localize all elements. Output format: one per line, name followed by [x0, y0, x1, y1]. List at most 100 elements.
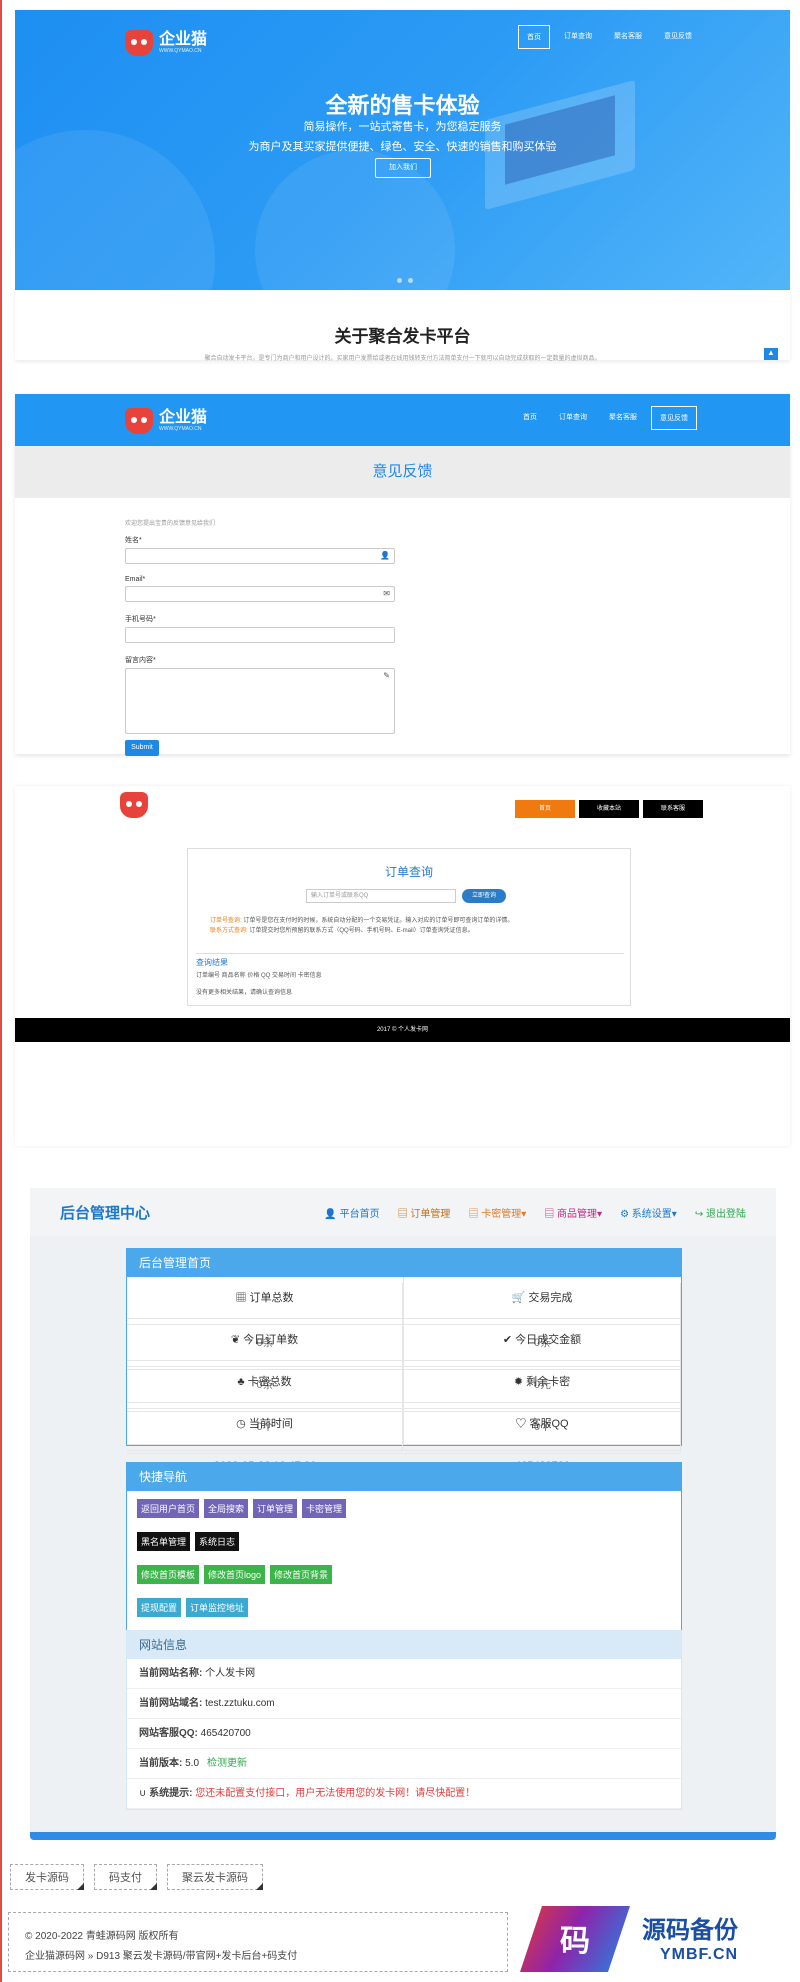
nav-bookmark[interactable]: 收藏本站 — [579, 800, 639, 818]
nav-order-query[interactable]: 订单查询 — [556, 25, 600, 49]
home-panel-title: 后台管理首页 — [127, 1249, 681, 1277]
quick-nav-button[interactable]: 订单监控地址 — [186, 1598, 249, 1617]
stat-label: ◷ 当前时间 — [127, 1409, 403, 1451]
system-tip-message: 您还未配置支付接口，用户无法使用您的发卡网！请尽快配置！ — [195, 1788, 476, 1799]
message-label: 留言内容* — [125, 657, 156, 664]
hero-banner: 企业猫 WWW.QYMAO.CN 首页 订单查询 聚名客服 意见反馈 全新的售卡… — [15, 10, 790, 290]
query-result: 查询结果 订单编号 商品名称 价格 QQ 交易时间 卡密信息 没有更多相关结果，… — [196, 953, 624, 996]
stat-cell: ❦ 今日订单数 0条 — [127, 1319, 404, 1412]
site-info-title: 网站信息 — [127, 1631, 681, 1659]
tip-text: 订单号是您在支付时的时候，系统自动分配的一个交易凭证。输入对应的订单号即可查询订… — [243, 918, 514, 924]
quick-nav-row: 提现配置 订单监控地址 — [137, 1598, 671, 1617]
quick-nav-button[interactable]: 返回用户首页 — [137, 1499, 200, 1518]
user-icon: 👤 — [380, 551, 390, 560]
admin-menu-item[interactable]: ▤ 商品管理▾ — [544, 1205, 602, 1220]
email-field[interactable]: ✉ — [125, 586, 395, 602]
stat-cell: ♣ 卡密总数 0个 — [127, 1361, 404, 1454]
brand-sub: WWW.QYMAO.CN — [159, 426, 202, 432]
admin-menu-item[interactable]: ▤ 卡密管理▾ — [468, 1205, 526, 1220]
version-value: 5.0 — [185, 1758, 200, 1769]
cat-logo-icon — [125, 30, 153, 56]
brand-name: 企业猫 — [159, 409, 208, 426]
site-logo[interactable]: 企业猫 WWW.QYMAO.CN — [125, 30, 207, 56]
admin-menu-item[interactable]: ↪ 退出登陆 — [695, 1205, 746, 1220]
nav-service[interactable]: 聚名客服 — [601, 406, 645, 430]
cat-logo-icon[interactable] — [120, 792, 148, 818]
nav-home[interactable]: 首页 — [518, 25, 550, 49]
quick-nav-button[interactable]: 修改首页模板 — [137, 1565, 200, 1584]
check-update-link[interactable]: 检测更新 — [207, 1758, 247, 1769]
site-name-value: 个人发卡网 — [205, 1668, 256, 1679]
order-query-box: 订单查询 输入订单号或联系QQ 立即查询 订单号查询: 订单号是您在支付时的时候… — [187, 848, 631, 1006]
message-field[interactable]: ✎ — [125, 668, 395, 734]
admin-menu-item[interactable]: ⚙ 系统设置▾ — [620, 1205, 677, 1220]
quick-nav-title: 快捷导航 — [127, 1463, 681, 1491]
cat-logo-icon — [125, 408, 153, 434]
hero-title: 全新的售卡体验 — [325, 93, 480, 118]
site-qq-value: 465420700 — [200, 1728, 251, 1739]
watermark-title: 源码备份 — [642, 1917, 738, 1944]
admin-menu-item[interactable]: 👤 平台首页 — [324, 1205, 379, 1220]
site-domain-row: 当前网站域名: test.zztuku.com — [127, 1689, 681, 1719]
stat-cell: ▦ 订单总数 0条 — [127, 1277, 404, 1370]
order-tip-2: 联系方式查询: 订单提交时您所预留的联系方式（QQ号码、手机号码、E-mail）… — [210, 925, 474, 934]
tip-text: 订单提交时您所预留的联系方式（QQ号码、手机号码、E-mail）订单查询凭证信息… — [249, 928, 474, 934]
nav-feedback[interactable]: 意见反馈 — [656, 25, 700, 49]
feedback-page: 企业猫 WWW.QYMAO.CN 首页 订单查询 聚名客服 意见反馈 意见反馈 … — [15, 394, 790, 756]
nav-home[interactable]: 首页 — [515, 406, 545, 430]
site-info-panel: 网站信息 当前网站名称: 个人发卡网 当前网站域名: test.zztuku.c… — [126, 1630, 682, 1810]
envelope-icon: ✉ — [383, 589, 390, 598]
phone-label: 手机号码* — [125, 616, 156, 623]
quick-nav-panel: 快捷导航 返回用户首页 全局搜索 订单管理 卡密管理 黑名单管理 系统日志 修改首页模板 修改… — [126, 1462, 682, 1640]
quick-nav-button[interactable]: 订单管理 — [253, 1499, 298, 1518]
site-footer: © 2020-2022 青蛙源码网 版权所有 企业猫源码网 » D913 聚云发… — [8, 1912, 508, 1972]
order-search-button[interactable]: 立即查询 — [462, 889, 506, 903]
copyright: © 2020-2022 青蛙源码网 版权所有 — [25, 1931, 179, 1942]
result-title: 查询结果 — [196, 958, 228, 967]
version-row: 当前版本: 5.0 检测更新 — [127, 1749, 681, 1779]
admin-menu: 👤 平台首页 ▤ 订单管理 ▤ 卡密管理▾ ▤ 商品管理▾ ⚙ 系统设置▾ ↪ 退出登陆 — [324, 1205, 746, 1220]
quick-nav-row: 黑名单管理 系统日志 — [137, 1532, 671, 1551]
result-columns: 订单编号 商品名称 价格 QQ 交易时间 卡密信息 — [196, 973, 322, 979]
order-nav: 首页 收藏本站 联系客服 — [515, 800, 703, 818]
tip-label: 联系方式查询: — [210, 928, 248, 934]
tag-item[interactable]: 聚云发卡源码 — [167, 1864, 263, 1890]
quick-nav-button[interactable]: 系统日志 — [195, 1532, 240, 1551]
quick-nav-button[interactable]: 黑名单管理 — [137, 1532, 191, 1551]
name-field[interactable]: 👤 — [125, 548, 395, 564]
nav-service[interactable]: 聚名客服 — [606, 25, 650, 49]
nav-order-query[interactable]: 订单查询 — [551, 406, 595, 430]
submit-button[interactable]: Submit — [125, 740, 159, 756]
nav-home[interactable]: 首页 — [515, 800, 575, 818]
site-domain-value: test.zztuku.com — [205, 1698, 275, 1709]
quick-nav-button[interactable]: 卡密管理 — [302, 1499, 347, 1518]
back-to-top-button[interactable]: ▲ — [764, 348, 778, 360]
tag-item[interactable]: 发卡源码 — [10, 1864, 84, 1890]
stat-cell: ♡ 客服QQ465420700 — [404, 1403, 681, 1496]
tag-item[interactable]: 码支付 — [94, 1864, 157, 1890]
stats-grid: ▦ 订单总数 0条 🛒 交易完成 0条 ❦ 今日订单数 0条 ✔ 今日成交金额 0元 ♣ 卡密总… — [127, 1277, 681, 1496]
carousel-dot[interactable] — [408, 278, 413, 283]
site-logo[interactable]: 企业猫 WWW.QYMAO.CN — [125, 408, 207, 434]
quick-nav-button[interactable]: 提现配置 — [137, 1598, 182, 1617]
quick-nav-button[interactable]: 修改首页背景 — [270, 1565, 333, 1584]
admin-menu-item[interactable]: ▤ 订单管理 — [398, 1205, 451, 1220]
tag-list: 发卡源码 码支付 聚云发卡源码 — [10, 1864, 263, 1890]
quick-nav-button[interactable]: 修改首页logo — [204, 1565, 266, 1584]
hero-subtitle-1: 简易操作，一站式寄售卡，为您稳定服务 — [303, 121, 502, 133]
carousel-dots — [397, 278, 413, 283]
phone-field[interactable] — [125, 627, 395, 643]
watermark-domain: YMBF.CN — [660, 1946, 739, 1963]
home-panel: 后台管理首页 ▦ 订单总数 0条 🛒 交易完成 0条 ❦ 今日订单数 0条 ✔ 今日成交金额… — [126, 1248, 682, 1496]
feedback-form: 欢迎您提出宝贵的反馈意见给我们 姓名* 👤 Email* ✉ 手机号码* 留言内… — [125, 518, 395, 756]
site-name-label: 当前网站名称: — [139, 1668, 203, 1679]
order-search-input[interactable]: 输入订单号或联系QQ — [306, 889, 456, 903]
nav-contact[interactable]: 联系客服 — [643, 800, 703, 818]
watermark-mark: 码 — [560, 1925, 590, 1958]
nav-feedback[interactable]: 意见反馈 — [651, 406, 697, 430]
quick-nav-button[interactable]: 全局搜索 — [204, 1499, 249, 1518]
feedback-title: 意见反馈 — [15, 446, 790, 498]
join-button[interactable]: 加入我们 — [375, 158, 431, 178]
carousel-dot[interactable] — [397, 278, 402, 283]
top-nav: 首页 订单查询 聚名客服 意见反馈 — [518, 25, 700, 49]
